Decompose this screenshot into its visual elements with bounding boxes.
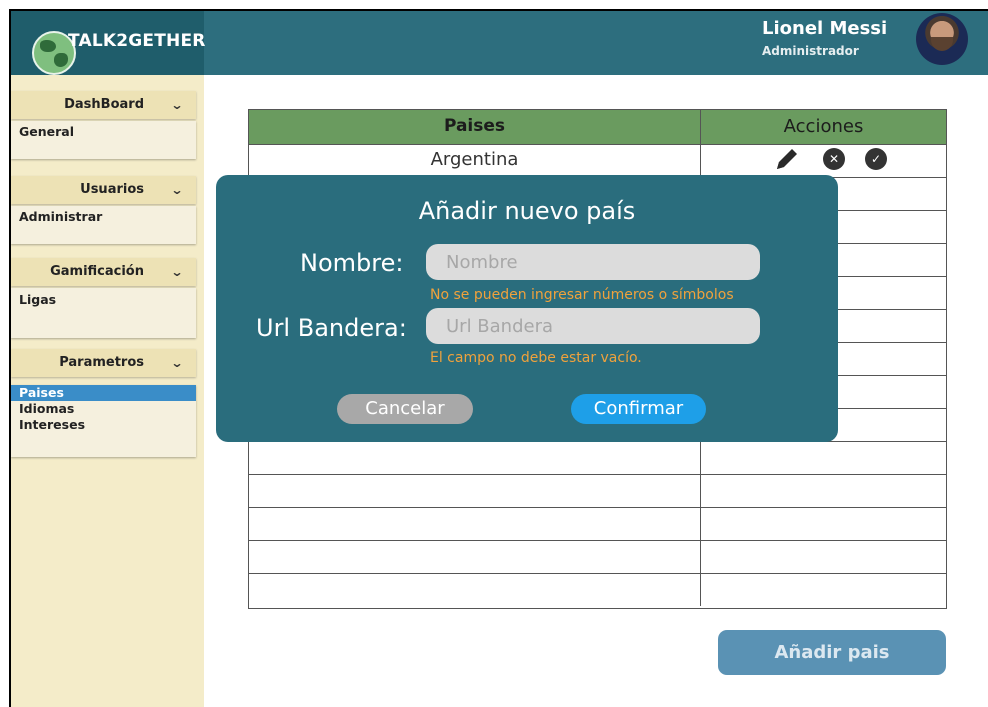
- table-row[interactable]: [249, 441, 946, 474]
- nombre-label: Nombre:: [300, 249, 404, 277]
- section-title: Usuarios: [80, 182, 144, 197]
- sidebar-section-usuarios[interactable]: Usuarios ⌄: [11, 176, 196, 204]
- chevron-down-icon[interactable]: ⌄: [170, 183, 183, 197]
- table-row[interactable]: [249, 474, 946, 507]
- logo-text: TALK2GETHER: [68, 31, 206, 51]
- section-title: Gamificación: [50, 264, 144, 279]
- chevron-down-icon[interactable]: ⌄: [170, 98, 183, 112]
- nombre-input[interactable]: [426, 244, 760, 280]
- sidebar-section-body: Paises Idiomas Intereses: [11, 385, 196, 457]
- country-cell: [249, 475, 701, 507]
- modal-title: Añadir nuevo país: [418, 197, 636, 225]
- sidebar-item-idiomas[interactable]: Idiomas: [11, 401, 196, 417]
- country-cell: [249, 442, 701, 474]
- url-error: El campo no debe estar vacío.: [430, 350, 642, 366]
- chevron-down-icon[interactable]: ⌄: [170, 356, 183, 370]
- sidebar-item-intereses[interactable]: Intereses: [11, 417, 196, 433]
- sidebar-section-body: Administrar: [11, 206, 196, 244]
- sidebar-section-body: Ligas: [11, 288, 196, 338]
- sidebar-item-ligas[interactable]: Ligas: [11, 292, 196, 308]
- add-country-button[interactable]: Añadir pais: [718, 630, 946, 675]
- url-label: Url Bandera:: [256, 314, 407, 342]
- table-row[interactable]: [249, 573, 946, 606]
- sidebar-section-gamificacion[interactable]: Gamificación ⌄: [11, 258, 196, 286]
- confirm-button[interactable]: Confirmar: [571, 394, 706, 424]
- column-header-paises: Paises: [249, 110, 701, 144]
- chevron-down-icon[interactable]: ⌄: [170, 265, 183, 279]
- sidebar-section-dashboard[interactable]: DashBoard ⌄: [11, 91, 196, 119]
- user-name: Lionel Messi: [762, 18, 888, 39]
- country-cell: [249, 574, 701, 606]
- table-row[interactable]: [249, 507, 946, 540]
- pencil-icon[interactable]: [772, 144, 802, 174]
- sidebar-item-paises[interactable]: Paises: [11, 385, 196, 401]
- sidebar-item-administrar[interactable]: Administrar: [11, 209, 196, 225]
- nombre-error: No se pueden ingresar números o símbolos: [430, 287, 734, 303]
- user-role: Administrador: [762, 44, 859, 58]
- section-title: Parametros: [59, 355, 144, 370]
- sidebar-section-parametros[interactable]: Parametros ⌄: [11, 349, 196, 377]
- row-actions: ✕ ✓: [768, 144, 898, 176]
- section-title: DashBoard: [64, 97, 144, 112]
- table-row[interactable]: [249, 540, 946, 573]
- country-cell: [249, 541, 701, 573]
- country-cell: [249, 508, 701, 540]
- country-cell: Argentina: [249, 145, 701, 177]
- table-header: Paises Acciones: [249, 110, 946, 144]
- check-circle-icon[interactable]: ✓: [865, 148, 887, 170]
- avatar[interactable]: [916, 13, 968, 65]
- sidebar-section-body: General: [11, 121, 196, 159]
- logo-area[interactable]: TALK2GETHER: [11, 11, 206, 75]
- cancel-button[interactable]: Cancelar: [337, 394, 473, 424]
- column-header-acciones: Acciones: [783, 116, 864, 137]
- url-bandera-input[interactable]: [426, 308, 760, 344]
- sidebar-item-general[interactable]: General: [11, 124, 196, 140]
- add-country-modal: Añadir nuevo país Nombre: No se pueden i…: [216, 175, 838, 442]
- close-circle-icon[interactable]: ✕: [823, 148, 845, 170]
